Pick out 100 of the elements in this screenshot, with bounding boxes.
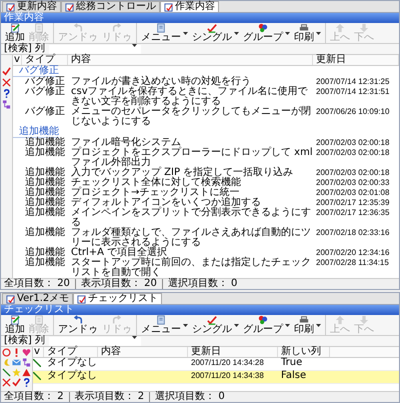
- column-header[interactable]: 内容: [100, 347, 188, 357]
- table-cell-text: チェックリスト全体に対して検索機能: [70, 178, 242, 188]
- table-cell-text: ディフォルトアイコンをいくつか追加する: [70, 198, 262, 208]
- check-icon[interactable]: [12, 378, 21, 387]
- toolbar-button[interactable]: シングル: [190, 23, 234, 43]
- table-cell-text: 2007/11/20 14:34:28: [190, 358, 265, 369]
- table-cell-text: フォルダ種類なしで、ファイルさえあれば自動的にツリーに表示されるようにする: [70, 228, 312, 248]
- printer-icon: [299, 23, 309, 33]
- undo-arrow-icon: [73, 315, 83, 325]
- table-cell-text: バグ修正: [24, 77, 66, 87]
- table-cell: プロジェクトをエクスプローラーにドロップして xml ファイル外部出力: [70, 148, 313, 168]
- toolbar-button[interactable]: アンドゥ: [56, 315, 100, 335]
- triangle-icon[interactable]: [22, 368, 31, 377]
- document-icon: [34, 315, 44, 325]
- flowchart-icon[interactable]: [2, 100, 11, 109]
- circle-icon[interactable]: [2, 348, 11, 357]
- up-arrow-icon: [335, 23, 345, 33]
- tab[interactable]: 更新内容: [2, 1, 61, 12]
- column-header[interactable]: v: [33, 347, 44, 357]
- check-icon: [207, 23, 217, 33]
- status-count: 選択項目数： 0: [162, 279, 242, 289]
- table-cell-text: False: [280, 371, 308, 383]
- toolbar-button[interactable]: シングル: [190, 315, 234, 335]
- table-cell-text: 2007/02/18 02:33:16: [315, 228, 390, 239]
- column-header[interactable]: v: [13, 55, 22, 65]
- table-cell: タイプなし: [46, 371, 98, 383]
- table-cell-text: スタートアップ時に前回の、または指定したチェックリストを自動で開く: [70, 258, 312, 278]
- caret-icon[interactable]: [183, 32, 188, 35]
- table-cell-text: 追加機能: [24, 168, 66, 178]
- status-count: 表示項目数： 20: [74, 279, 162, 289]
- caret-icon[interactable]: [316, 32, 321, 35]
- tab[interactable]: 作業内容: [160, 1, 219, 12]
- notebook-icon: [164, 2, 173, 12]
- table-cell-text: 入力でバックアップ ZIP を指定して一括取り込み: [70, 168, 294, 178]
- toolbar-button[interactable]: グループ: [241, 23, 285, 43]
- table-cell-text: 2007/02/03 02:00:18: [315, 148, 390, 159]
- column-header[interactable]: 新しい列: [280, 347, 330, 357]
- caret-icon[interactable]: [285, 324, 290, 327]
- table-cell-text: 2007/02/20 12:34:16: [315, 248, 390, 258]
- tab[interactable]: チェックリスト: [73, 293, 162, 304]
- table-cell-text: バグ修正: [24, 87, 66, 99]
- star-icon[interactable]: [12, 368, 21, 377]
- table-cell-text: 追加機能: [24, 178, 66, 188]
- flowchart-icon[interactable]: [22, 358, 31, 367]
- caret-icon[interactable]: [234, 324, 239, 327]
- column-header[interactable]: タイプ: [24, 55, 68, 65]
- question-icon[interactable]: [22, 378, 31, 387]
- tab[interactable]: 総務コントロール: [61, 1, 160, 12]
- question-icon[interactable]: [2, 89, 11, 98]
- table-cell-text: メニューのセパレータをクリックしてもメニューが閉じないようにする: [70, 107, 312, 127]
- caret-icon[interactable]: [183, 324, 188, 327]
- table-cell-text: 2007/02/17 12:36:35: [315, 208, 390, 219]
- search-label: [検索] 列: [4, 336, 45, 346]
- panel-title: チェックリスト: [1, 305, 399, 315]
- table-cell-text: csvファイルを保存するときに、ファイル名に使用できない文字を削除するようにする: [70, 87, 308, 107]
- table-cell-text: 2007/02/03 02:01:08: [315, 188, 390, 198]
- toolbar-button[interactable]: 印刷: [292, 315, 316, 335]
- group-header[interactable]: 追加機能: [13, 127, 59, 138]
- panel-title: 作業内容: [1, 13, 399, 23]
- check-icon: [207, 315, 217, 325]
- table-cell-text: 追加機能: [24, 148, 66, 160]
- envelope-icon[interactable]: [12, 358, 21, 367]
- table-row[interactable]: タイプなし 2007/11/20 14:34:38 False: [33, 371, 399, 384]
- column-header[interactable]: タイプ: [46, 347, 98, 357]
- toolbar-button[interactable]: 追加: [3, 315, 27, 335]
- toolbar-button[interactable]: グループ: [241, 315, 285, 335]
- group-header[interactable]: バグ修正: [13, 66, 59, 77]
- heart-icon[interactable]: [22, 348, 31, 357]
- caret-icon[interactable]: [234, 32, 239, 35]
- table-cell-text: プロジェクト→チェックリストに統一: [70, 188, 240, 198]
- table-cell-text: 2007/02/03 02:00:33: [315, 178, 390, 188]
- table-cell-text: 2007/06/26 10:09:10: [315, 107, 390, 118]
- caret-icon[interactable]: [285, 32, 290, 35]
- printer-icon: [299, 315, 309, 325]
- cross-icon[interactable]: [2, 78, 11, 87]
- notebook-icon: [77, 294, 86, 304]
- cross-icon[interactable]: [2, 378, 11, 387]
- undo-arrow-icon: [73, 23, 83, 33]
- notebook-icon: [6, 294, 15, 304]
- notebook-icon: [6, 2, 15, 12]
- table-cell-text: 追加機能: [24, 188, 66, 198]
- column-header[interactable]: 更新日: [315, 55, 399, 65]
- tab[interactable]: Ver1.2メモ: [2, 293, 74, 304]
- table-cell-text: ファイル暗号化システム: [70, 138, 181, 148]
- toolbar-button[interactable]: 印刷: [292, 23, 316, 43]
- redo-arrow-icon: [112, 315, 122, 325]
- column-header[interactable]: 更新日: [190, 347, 278, 357]
- table-cell-text: バグ修正: [24, 107, 66, 119]
- line-icon[interactable]: [2, 368, 11, 377]
- caret-icon[interactable]: [316, 324, 321, 327]
- toolbar-button[interactable]: 追加: [3, 23, 27, 43]
- table-cell-text: Ctrl+A で項目全選択: [70, 248, 168, 258]
- document-icon: [34, 23, 44, 33]
- toolbar-button[interactable]: メニュー: [139, 315, 183, 335]
- column-header[interactable]: 内容: [70, 55, 313, 65]
- toolbar-button[interactable]: メニュー: [139, 23, 183, 43]
- redo-arrow-icon: [112, 23, 122, 33]
- check-icon[interactable]: [2, 67, 11, 76]
- status-count: 選択項目数： 0: [149, 392, 230, 402]
- table-cell-text: 追加機能: [24, 248, 66, 258]
